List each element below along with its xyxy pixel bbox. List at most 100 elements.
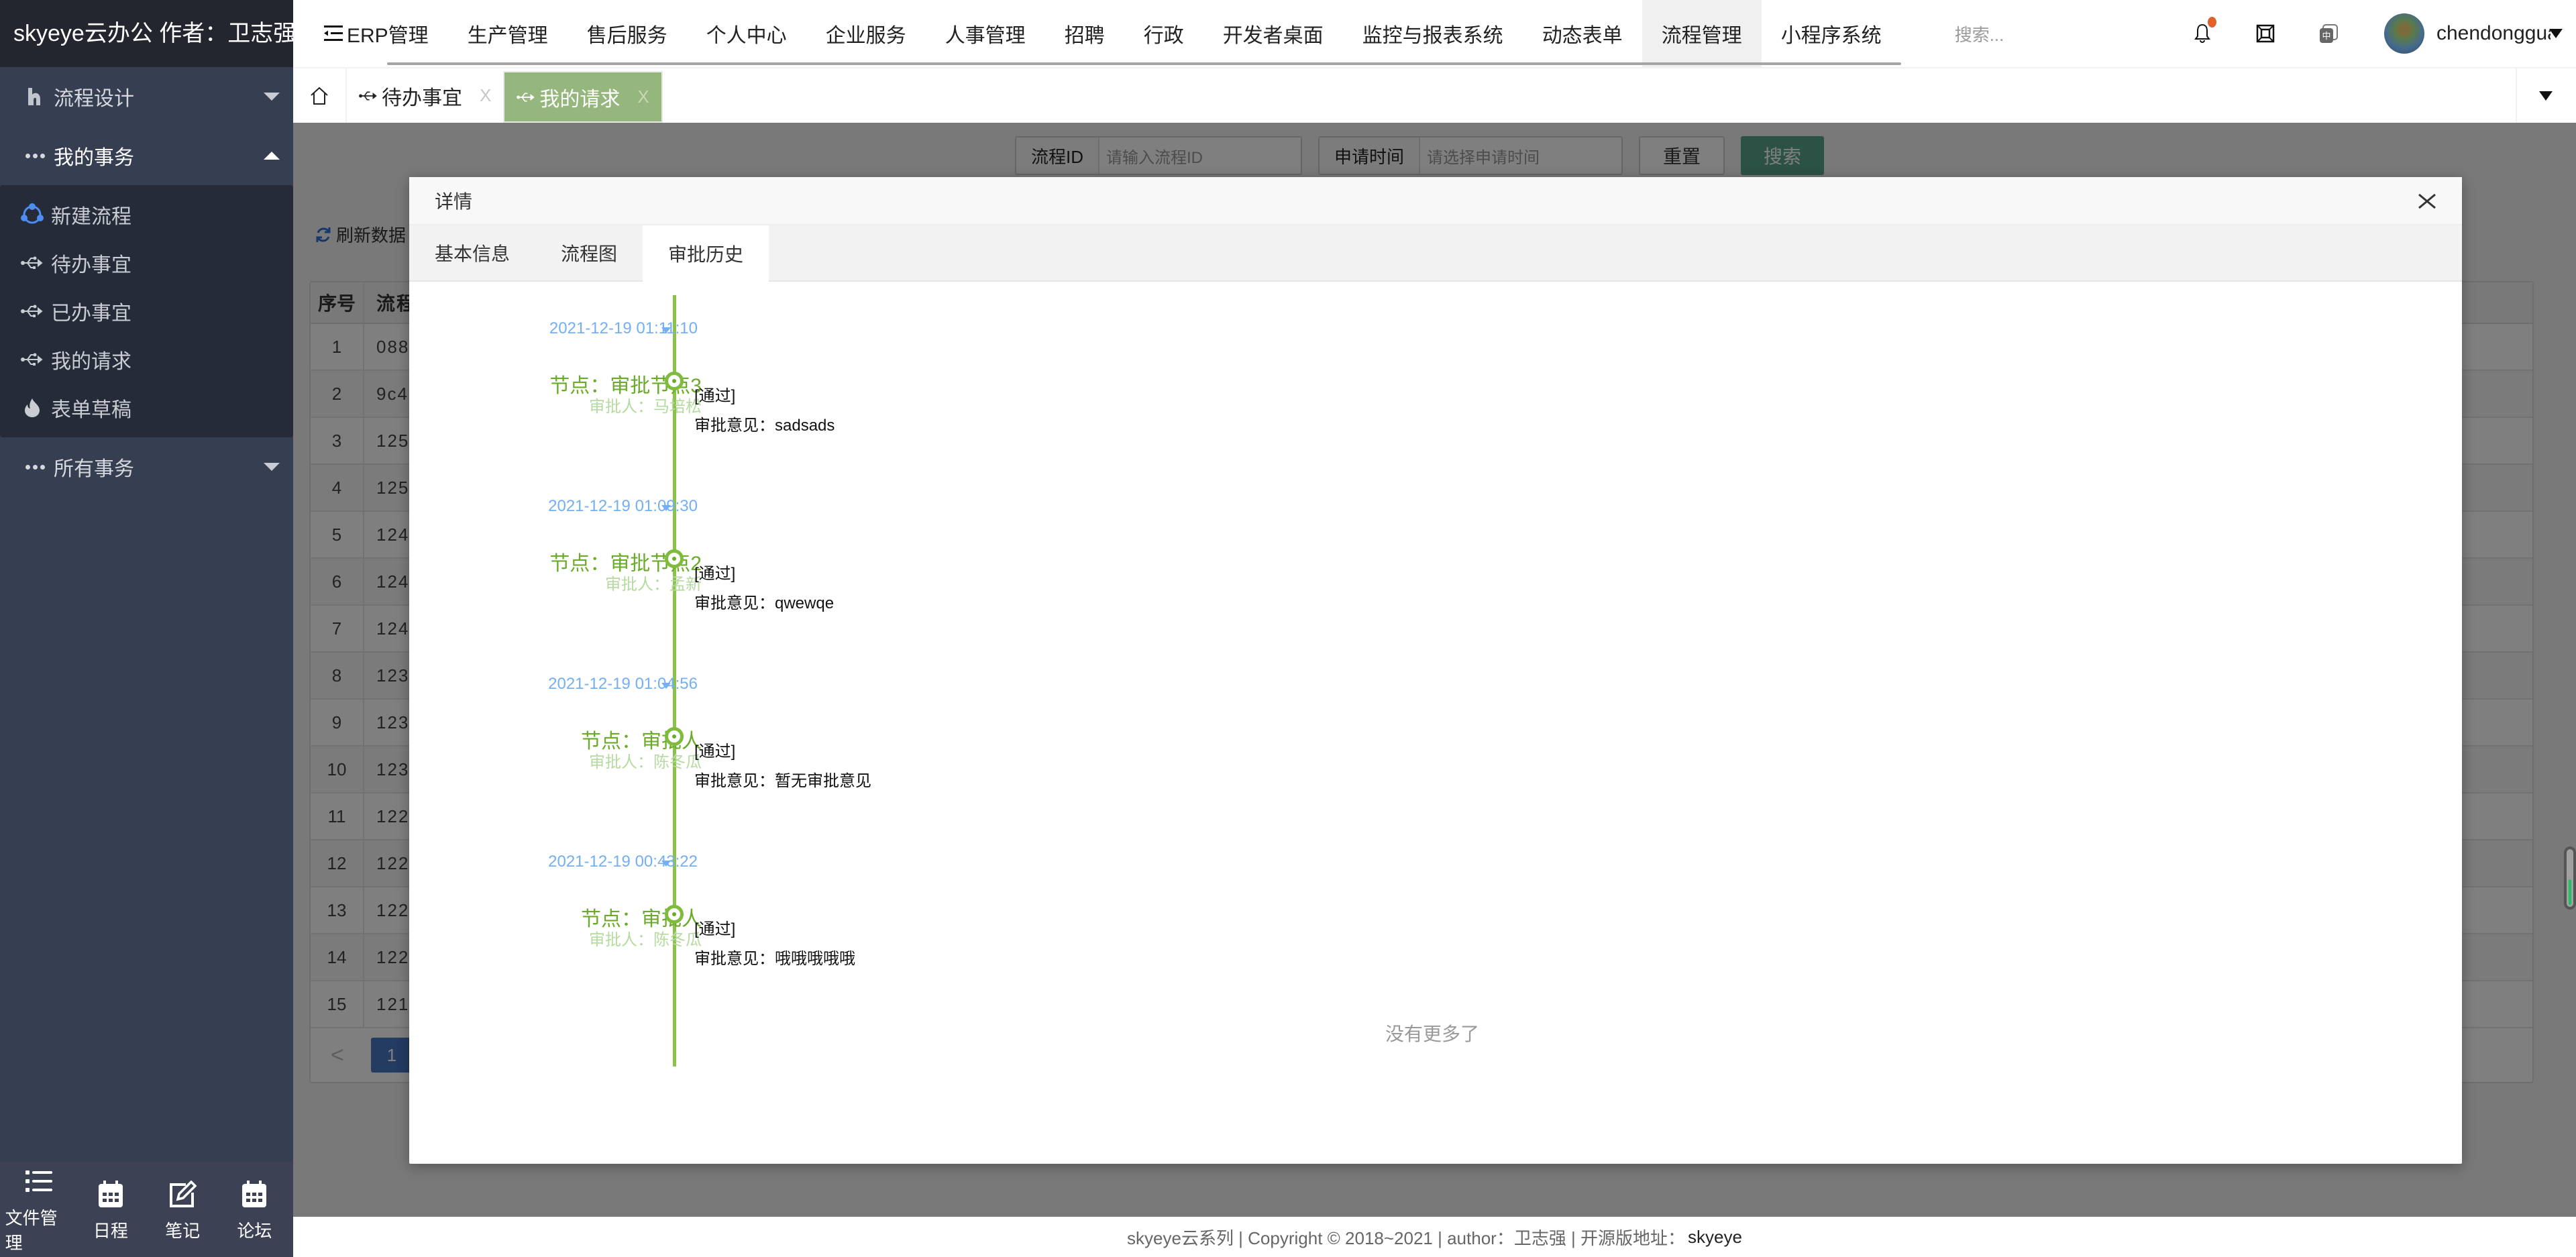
nav-item-production[interactable]: 生产管理 xyxy=(448,0,568,67)
usb-icon xyxy=(359,91,377,101)
sidebar-group-label: 流程设计 xyxy=(54,88,134,110)
fullscreen-button[interactable] xyxy=(2234,24,2297,43)
sidebar-item-label: 表单草稿 xyxy=(51,399,131,421)
caret-down-icon xyxy=(661,327,671,333)
modal-title: 详情 xyxy=(435,191,473,212)
history-time: 2021-12-19 01:09:30 xyxy=(548,497,698,515)
tab-label: 待办事宜 xyxy=(382,87,462,109)
dock-schedule[interactable]: 日程 xyxy=(77,1177,144,1242)
usb-icon xyxy=(517,92,535,102)
dock-label: 日程 xyxy=(93,1220,128,1241)
dock-label: 论坛 xyxy=(237,1220,272,1241)
tab-flow-chart[interactable]: 流程图 xyxy=(535,225,643,280)
tab-label: 我的请求 xyxy=(539,88,621,111)
usb-icon xyxy=(20,352,44,367)
tab-close-icon[interactable]: X xyxy=(480,85,491,106)
history-time: 2021-12-19 01:11:10 xyxy=(549,319,698,337)
history-status: [通过] xyxy=(694,565,736,583)
nav-right-tools: 中 chendonggua xyxy=(2171,0,2576,67)
tab-close-icon[interactable]: X xyxy=(637,87,649,107)
close-icon xyxy=(2418,193,2436,209)
scroll-indicator xyxy=(2569,879,2571,905)
dock-notes[interactable]: 笔记 xyxy=(149,1177,216,1242)
edit-icon xyxy=(168,1177,197,1211)
nav-item-dev-desktop[interactable]: 开发者桌面 xyxy=(1203,0,1343,67)
nav-item-after-sales[interactable]: 售后服务 xyxy=(568,0,687,67)
nav-item-hr[interactable]: 人事管理 xyxy=(926,0,1045,67)
nav-item-enterprise[interactable]: 企业服务 xyxy=(806,0,926,67)
global-search-input[interactable]: 搜索... xyxy=(1955,21,2156,46)
tab-approval-history[interactable]: 审批历史 xyxy=(643,225,769,282)
tab-menu-button[interactable] xyxy=(2516,68,2576,123)
dock-file-manager[interactable]: 文件管理 xyxy=(5,1164,72,1254)
history-approver: 审批人：马培松 xyxy=(589,398,702,416)
fullscreen-icon xyxy=(2256,24,2275,43)
history-approver: 审批人：陈冬瓜 xyxy=(589,753,702,771)
flow-design-icon xyxy=(24,88,46,105)
sidebar-item-new-process[interactable]: 新建流程 xyxy=(0,190,293,239)
tab-basic-info[interactable]: 基本信息 xyxy=(409,225,535,280)
sidebar-item-label: 我的请求 xyxy=(51,351,131,373)
top-nav: ERP管理 生产管理 售后服务 个人中心 企业服务 人事管理 招聘 行政 开发者… xyxy=(293,0,2576,67)
sidebar-group-my-affairs[interactable]: 我的事务 xyxy=(0,126,293,185)
footer-source-link[interactable]: skyeye xyxy=(1688,1227,1742,1248)
dock-forum[interactable]: 论坛 xyxy=(221,1177,288,1242)
footer: skyeye云系列 | Copyright © 2018~2021 | auth… xyxy=(293,1217,2576,1257)
usb-icon xyxy=(20,256,44,270)
tab-my-requests[interactable]: 我的请求 X xyxy=(503,71,663,123)
no-more-label: 没有更多了 xyxy=(1385,1024,1479,1044)
page-tab-bar: 待办事宜 X 我的请求 X xyxy=(293,67,2576,123)
sidebar-submenu: 新建流程 待办事宜 已办事宜 我的请求 表单草稿 xyxy=(0,185,293,437)
history-time: 2021-12-19 00:43:22 xyxy=(548,853,698,871)
sidebar-item-label: 新建流程 xyxy=(51,206,131,228)
nav-item-process-management[interactable]: 流程管理 xyxy=(1642,0,1762,67)
caret-down-icon xyxy=(661,505,671,511)
app-root: skyeye云办公 作者：卫志强 流程设计 我的事务 新建流程 待办事宜 已办事… xyxy=(0,0,2576,1257)
sidebar-item-todo[interactable]: 待办事宜 xyxy=(0,239,293,287)
sidebar-item-done[interactable]: 已办事宜 xyxy=(0,287,293,335)
dock-label: 笔记 xyxy=(165,1220,201,1241)
nav-item-monitor-report[interactable]: 监控与报表系统 xyxy=(1343,0,1523,67)
nav-item-personal-center[interactable]: 个人中心 xyxy=(687,0,806,67)
sidebar-item-form-drafts[interactable]: 表单草稿 xyxy=(0,384,293,432)
sidebar-group-label: 我的事务 xyxy=(54,147,134,169)
sidebar-group-flow-design[interactable]: 流程设计 xyxy=(0,67,293,126)
sidebar-group-all-affairs[interactable]: 所有事务 xyxy=(0,437,293,496)
history-approver: 审批人：孟新 xyxy=(605,576,702,594)
timeline-dot-icon xyxy=(665,727,684,746)
approval-history-panel: 没有更多了 2021-12-19 01:11:10 节点：审批节点3 审批人：马培松… xyxy=(409,282,2462,1162)
avatar[interactable] xyxy=(2384,13,2424,54)
footer-copyright: skyeye云系列 | Copyright © 2018~2021 | auth… xyxy=(1127,1227,1686,1248)
fire-icon xyxy=(20,398,44,417)
history-status: [通过] xyxy=(694,387,736,405)
timeline-dot-icon xyxy=(665,549,684,568)
brand-title: skyeye云办公 作者：卫志强 xyxy=(0,0,296,67)
user-menu-caret-icon[interactable] xyxy=(2549,29,2563,38)
tab-todo[interactable]: 待办事宜 X xyxy=(347,68,503,123)
nav-item-dynamic-form[interactable]: 动态表单 xyxy=(1523,0,1642,67)
notification-button[interactable] xyxy=(2171,17,2234,44)
nav-item-recruit[interactable]: 招聘 xyxy=(1045,0,1124,67)
nav-item-erp[interactable]: ERP管理 xyxy=(347,0,448,67)
caret-down-icon xyxy=(661,861,671,867)
caret-down-icon xyxy=(661,683,671,689)
history-comment: 审批意见：qwewqe xyxy=(694,594,835,612)
sidebar-item-label: 待办事宜 xyxy=(51,254,131,276)
notification-dot xyxy=(2208,17,2216,28)
detail-modal: 详情 基本信息 流程图 审批历史 没有更多了 2021-12-19 01:11:… xyxy=(409,177,2462,1164)
nav-scrollbar[interactable] xyxy=(387,62,1901,65)
sidebar-item-my-requests[interactable]: 我的请求 xyxy=(0,335,293,384)
chevron-up-icon xyxy=(264,152,280,160)
username[interactable]: chendonggua xyxy=(2436,22,2551,45)
nav-item-admin[interactable]: 行政 xyxy=(1124,0,1203,67)
modal-close-button[interactable] xyxy=(2415,189,2439,213)
home-tab[interactable] xyxy=(293,68,347,123)
page-scrollbar[interactable] xyxy=(2564,846,2576,910)
menu-toggle-button[interactable] xyxy=(293,25,347,42)
nav-item-mini-program[interactable]: 小程序系统 xyxy=(1762,0,1901,67)
language-button[interactable]: 中 xyxy=(2297,23,2360,44)
bell-icon xyxy=(2194,23,2210,43)
chevron-down-icon xyxy=(264,463,280,471)
sidebar-item-label: 已办事宜 xyxy=(51,303,131,325)
sidebar-group-label: 所有事务 xyxy=(54,458,134,480)
